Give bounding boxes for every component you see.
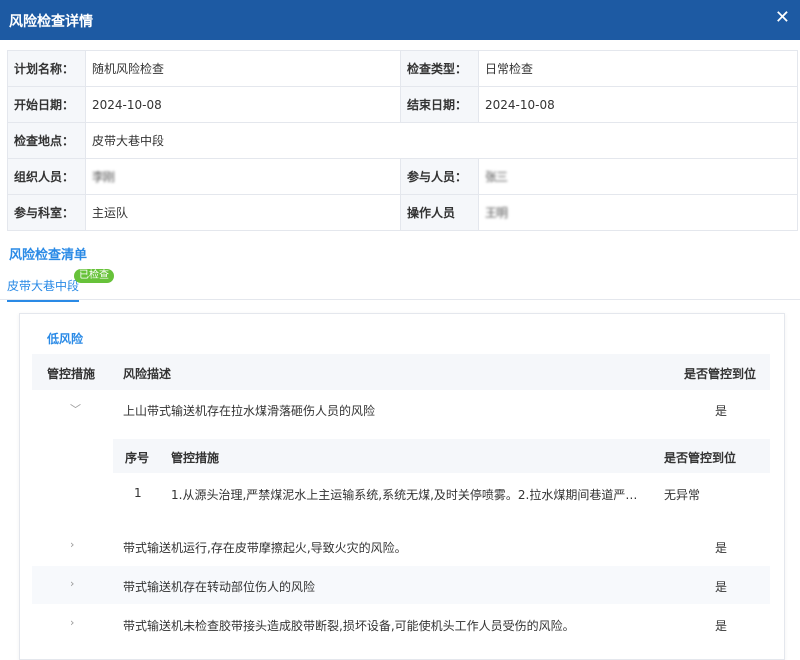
chevron-right-icon[interactable]: ›: [70, 538, 74, 551]
measures-subtable-row: 1 1.从源头治理,严禁煤泥水上主运输系统,系统无煤,及时关停喷雾。2.拉水煤期…: [113, 474, 770, 512]
table-row[interactable]: › 带式输送机存在转动部位伤人的风险 是: [32, 566, 770, 604]
sub-header-measure: 管控措施: [171, 451, 220, 465]
department-label: 参与科室：: [7, 194, 86, 231]
tab-divider: [0, 299, 800, 300]
risk-controlled: 是: [715, 580, 728, 594]
operator-value: 王明: [485, 206, 508, 220]
start-date-label: 开始日期：: [7, 86, 86, 123]
header-controlled: 是否管控到位: [684, 367, 757, 381]
header-measures: 管控措施: [47, 367, 96, 381]
location-label: 检查地点：: [7, 122, 86, 159]
participants-label: 参与人员：: [400, 158, 479, 195]
plan-info-table: 计划名称： 随机风险检查 检查类型： 日常检查 开始日期： 2024-10-08…: [7, 50, 798, 231]
sub-index: 1: [134, 486, 142, 500]
risk-level-label: 低风险: [47, 332, 84, 346]
department-value: 主运队: [85, 194, 401, 231]
risk-description: 上山带式输送机存在拉水煤滑落砸伤人员的风险: [123, 404, 376, 418]
info-row: 计划名称： 随机风险检查 检查类型： 日常检查: [7, 50, 798, 87]
risk-controlled: 是: [715, 404, 728, 418]
risk-controlled: 是: [715, 541, 728, 555]
check-type-value: 日常检查: [478, 50, 798, 87]
checked-badge: 已检查: [74, 269, 114, 283]
check-type-label: 检查类型：: [400, 50, 479, 87]
chevron-down-icon[interactable]: ﹀: [70, 401, 81, 417]
chevron-right-icon[interactable]: ›: [70, 577, 74, 590]
plan-name-label: 计划名称：: [7, 50, 86, 87]
sub-controlled: 无异常: [664, 488, 701, 502]
sub-measure: 1.从源头治理,严禁煤泥水上主运输系统,系统无煤,及时关停喷雾。2.拉水煤期间巷…: [171, 488, 638, 502]
plan-name-value: 随机风险检查: [85, 50, 401, 87]
chevron-right-icon[interactable]: ›: [70, 616, 74, 629]
end-date-value: 2024-10-08: [478, 86, 798, 123]
end-date-label: 结束日期：: [400, 86, 479, 123]
header-description: 风险描述: [123, 367, 172, 381]
risk-controlled: 是: [715, 619, 728, 633]
info-row: 检查地点： 皮带大巷中段: [7, 122, 798, 159]
dialog-title: 风险检查详情: [9, 14, 93, 30]
organizer-label: 组织人员：: [7, 158, 86, 195]
table-row[interactable]: › 带式输送机未检查胶带接头造成胶带断裂,损坏设备,可能使机头工作人员受伤的风险…: [32, 605, 770, 643]
info-row: 开始日期： 2024-10-08 结束日期： 2024-10-08: [7, 86, 798, 123]
operator-label: 操作人员: [400, 194, 479, 231]
table-row[interactable]: ﹀ 上山带式输送机存在拉水煤滑落砸伤人员的风险 是: [32, 390, 770, 428]
info-row: 组织人员： 李刚 参与人员： 张三: [7, 158, 798, 195]
start-date-value: 2024-10-08: [85, 86, 401, 123]
sub-header-index: 序号: [125, 451, 150, 465]
participants-value: 张三: [485, 170, 508, 184]
risk-description: 带式输送机未检查胶带接头造成胶带断裂,损坏设备,可能使机头工作人员受伤的风险。: [123, 619, 575, 633]
location-value: 皮带大巷中段: [85, 122, 798, 159]
risk-description: 带式输送机存在转动部位伤人的风险: [123, 580, 316, 594]
risk-description: 带式输送机运行,存在皮带摩擦起火,导致火灾的风险。: [123, 541, 407, 555]
sub-header-controlled: 是否管控到位: [664, 451, 737, 465]
table-row[interactable]: › 带式输送机运行,存在皮带摩擦起火,导致火灾的风险。 是: [32, 527, 770, 565]
info-row: 参与科室： 主运队 操作人员 王明: [7, 194, 798, 231]
close-icon[interactable]: ✕: [775, 8, 790, 28]
risk-table-header: 管控措施 风险描述 是否管控到位: [32, 354, 770, 390]
dialog-header: 风险检查详情 ✕: [0, 0, 800, 40]
organizer-value: 李刚: [92, 170, 115, 184]
risk-list-title: 风险检查清单: [9, 248, 88, 263]
measures-subtable-header: 序号 管控措施 是否管控到位: [113, 439, 770, 473]
